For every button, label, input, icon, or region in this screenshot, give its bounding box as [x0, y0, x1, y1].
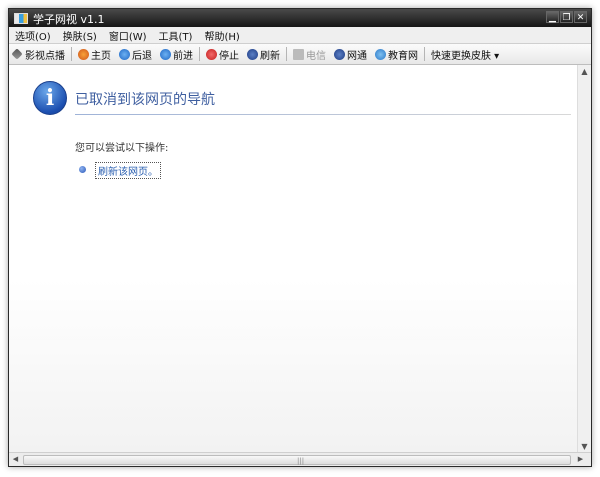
app-window: 学子网视 v1.1 ▁ ❐ ✕ 选项(O) 换肤(S) 窗口(W) 工具(T) … [8, 8, 592, 467]
edunet-icon [375, 48, 386, 60]
refresh-page-link[interactable]: 刷新该网页。 [95, 162, 161, 179]
edunet-label: 教育网 [388, 50, 418, 62]
toolbar-divider [424, 47, 425, 61]
menu-skin[interactable]: 换肤(S) [57, 28, 103, 43]
home-label: 主页 [91, 50, 111, 62]
scroll-left-arrow-icon[interactable]: ◀ [9, 452, 22, 466]
bullet-icon [79, 166, 86, 173]
forward-label: 前进 [173, 50, 193, 62]
scroll-up-arrow-icon[interactable]: ▲ [578, 65, 591, 79]
netcom-label: 网通 [347, 50, 367, 62]
telecom-button[interactable]: 电信 [289, 45, 330, 63]
back-arrow-icon [119, 48, 130, 60]
toolbar-divider [286, 47, 287, 61]
forward-arrow-icon [160, 48, 171, 60]
telecom-icon [293, 48, 304, 60]
netcom-icon [334, 48, 345, 60]
toolbar: 影视点播 主页 后退 前进 停止 刷新 电信 网通 教育网 快速更换皮肤 ▾ [9, 44, 591, 65]
toolbar-divider [199, 47, 200, 61]
quick-skin-dropdown[interactable]: 快速更换皮肤 ▾ [427, 45, 503, 63]
app-logo-icon [14, 13, 28, 24]
page-headline: 已取消到该网页的导航 [75, 92, 215, 108]
restore-button[interactable]: ❐ [560, 11, 573, 23]
refresh-label: 刷新 [260, 50, 280, 62]
close-button[interactable]: ✕ [574, 11, 587, 23]
menu-help[interactable]: 帮助(H) [198, 28, 245, 43]
stop-icon [206, 48, 217, 60]
vertical-scrollbar[interactable]: ▲ ▼ [577, 65, 591, 454]
vod-label: 影视点播 [25, 50, 65, 62]
stop-label: 停止 [219, 50, 239, 62]
minimize-button[interactable]: ▁ [546, 11, 559, 23]
telecom-label: 电信 [306, 50, 326, 62]
forward-button[interactable]: 前进 [156, 45, 197, 63]
headline-divider [75, 114, 571, 115]
menu-window[interactable]: 窗口(W) [103, 28, 153, 43]
horizontal-scrollbar[interactable]: ◀ ||| ▶ [9, 452, 591, 466]
window-title: 学子网视 v1.1 [33, 13, 105, 26]
back-label: 后退 [132, 50, 152, 62]
menu-tools[interactable]: 工具(T) [153, 28, 199, 43]
refresh-icon [247, 48, 258, 60]
horizontal-scroll-thumb[interactable]: ||| [23, 455, 571, 465]
home-icon [78, 48, 89, 60]
scroll-right-arrow-icon[interactable]: ▶ [574, 452, 587, 466]
edunet-button[interactable]: 教育网 [371, 45, 422, 63]
grip-icon: ||| [297, 457, 305, 465]
info-icon: i [33, 81, 67, 115]
quick-skin-label: 快速更换皮肤 ▾ [431, 50, 500, 62]
menu-options[interactable]: 选项(O) [9, 28, 57, 43]
page-subtext: 您可以尝试以下操作: [75, 143, 169, 154]
back-button[interactable]: 后退 [115, 45, 156, 63]
browser-content: i 已取消到该网页的导航 您可以尝试以下操作: 刷新该网页。 [9, 65, 579, 454]
title-bar[interactable]: 学子网视 v1.1 ▁ ❐ ✕ [9, 9, 591, 27]
vod-button[interactable]: 影视点播 [9, 45, 69, 63]
stop-button[interactable]: 停止 [202, 45, 243, 63]
toolbar-divider [71, 47, 72, 61]
home-button[interactable]: 主页 [74, 45, 115, 63]
refresh-button[interactable]: 刷新 [243, 45, 284, 63]
menu-bar: 选项(O) 换肤(S) 窗口(W) 工具(T) 帮助(H) [9, 27, 591, 44]
film-icon [11, 48, 23, 60]
netcom-button[interactable]: 网通 [330, 45, 371, 63]
